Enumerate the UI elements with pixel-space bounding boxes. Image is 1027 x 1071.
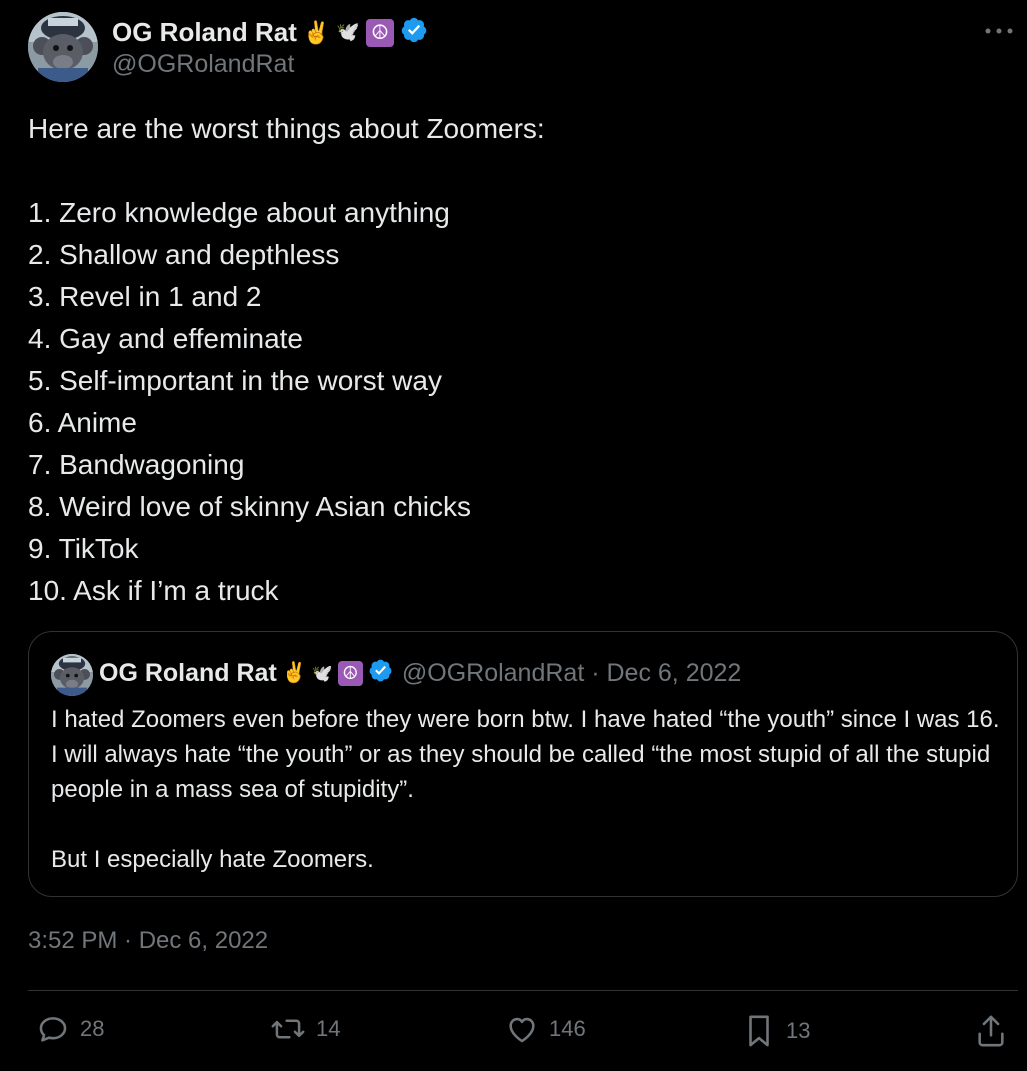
list-item: 10. Ask if I’m a truck <box>28 575 279 606</box>
quoted-tweet-body: I hated Zoomers even before they were bo… <box>51 702 1001 877</box>
quoted-display-name[interactable]: OG Roland Rat <box>99 659 277 688</box>
quoted-paragraph: I hated Zoomers even before they were bo… <box>51 706 1000 803</box>
quoted-author-avatar[interactable] <box>51 654 93 696</box>
reply-button[interactable]: 28 <box>36 1012 104 1046</box>
victory-hand-emoji: ✌️ <box>302 19 331 45</box>
dove-emoji: 🕊️ <box>336 22 360 43</box>
quoted-tweet-card[interactable]: OG Roland Rat ✌️ 🕊️ ☮ @OGRolandRat · Dec… <box>28 631 1018 897</box>
rat-avatar-image <box>51 654 93 696</box>
list-item: 6. Anime <box>28 407 137 438</box>
share-button[interactable] <box>974 1012 1008 1050</box>
author-handle[interactable]: @OGRolandRat <box>112 50 294 79</box>
list-item: 3. Revel in 1 and 2 <box>28 281 262 312</box>
quoted-header: OG Roland Rat ✌️ 🕊️ ☮ @OGRolandRat · Dec… <box>99 658 741 688</box>
author-display-name[interactable]: OG Roland Rat <box>112 17 297 48</box>
author-avatar[interactable] <box>28 12 98 82</box>
repost-button[interactable]: 14 <box>270 1012 340 1046</box>
tweet-header: OG Roland Rat ✌️ 🕊️ ☮ @OGRolandRat <box>28 12 1018 84</box>
bookmark-count: 13 <box>786 1018 811 1043</box>
repost-icon <box>271 1019 305 1039</box>
list-item: 7. Bandwagoning <box>28 449 245 480</box>
like-button[interactable]: 146 <box>505 1012 586 1046</box>
list-item: 9. TikTok <box>28 533 139 564</box>
bookmark-icon <box>749 1015 769 1047</box>
peace-symbol-emoji: ☮ <box>365 18 394 47</box>
like-count: 146 <box>549 1016 586 1041</box>
peace-symbol-emoji: ☮ <box>337 660 363 686</box>
reply-count: 28 <box>80 1016 105 1041</box>
list-item: 5. Self-important in the worst way <box>28 365 442 396</box>
tweet-intro: Here are the worst things about Zoomers: <box>28 113 545 144</box>
verified-badge-icon[interactable] <box>400 16 428 49</box>
list-item: 4. Gay and effeminate <box>28 323 303 354</box>
share-icon <box>978 1015 1004 1047</box>
dove-emoji: 🕊️ <box>311 663 333 683</box>
quoted-paragraph: But I especially hate Zoomers. <box>51 846 374 873</box>
list-item: 1. Zero knowledge about anything <box>28 197 450 228</box>
list-item: 8. Weird love of skinny Asian chicks <box>28 491 472 522</box>
repost-count: 14 <box>316 1016 341 1041</box>
more-horizontal-icon[interactable] <box>984 24 1014 36</box>
tweet-timestamp[interactable]: 3:52 PM · Dec 6, 2022 <box>28 927 268 955</box>
victory-hand-emoji: ✌️ <box>281 662 307 684</box>
author-name-row: OG Roland Rat ✌️ 🕊️ ☮ <box>112 16 428 49</box>
divider <box>28 990 1018 991</box>
tweet-body: Here are the worst things about Zoomers:… <box>28 108 998 612</box>
quoted-handle-date: @OGRolandRat · Dec 6, 2022 <box>401 658 742 687</box>
heart-icon <box>509 1017 535 1043</box>
rat-avatar-image <box>28 12 98 82</box>
reply-icon <box>39 1017 67 1042</box>
bookmark-button[interactable]: 13 <box>742 1012 810 1050</box>
action-bar: 28 14 146 13 <box>28 1012 1018 1056</box>
list-item: 2. Shallow and depthless <box>28 239 340 270</box>
verified-badge-icon[interactable] <box>368 658 393 688</box>
